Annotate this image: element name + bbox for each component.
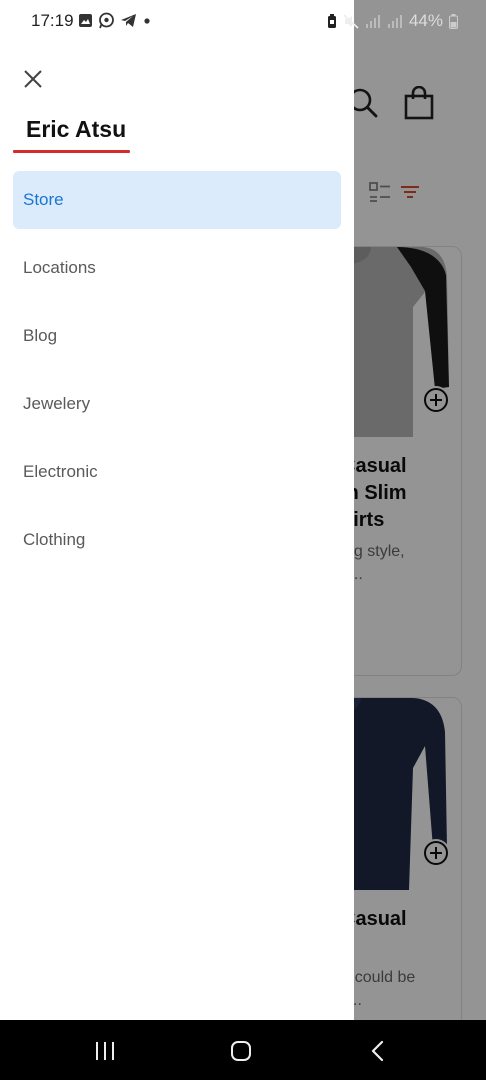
- battery-saver-icon: [327, 13, 336, 28]
- system-navigation-bar: [0, 1020, 486, 1080]
- back-icon[interactable]: [366, 1038, 392, 1064]
- signal-icon: [365, 15, 380, 28]
- status-time: 17:19: [31, 11, 74, 30]
- drawer-menu: Store Locations Blog Jewelery Electronic…: [13, 171, 341, 579]
- battery-percent: 44%: [408, 11, 443, 30]
- gallery-icon: [79, 14, 92, 27]
- whatsapp-icon: [99, 12, 114, 29]
- drawer-item-electronic[interactable]: Electronic: [13, 443, 341, 501]
- notification-icons: [78, 12, 152, 29]
- signal-icon: [387, 15, 402, 28]
- recent-apps-icon[interactable]: [92, 1038, 118, 1064]
- mute-icon: [343, 13, 359, 29]
- system-status-icons: 44%: [327, 11, 458, 31]
- dot-icon: [144, 17, 150, 24]
- drawer-item-blog[interactable]: Blog: [13, 307, 341, 365]
- name-underline: [13, 150, 130, 153]
- telegram-icon: [121, 14, 136, 27]
- status-bar: 17:19 44%: [0, 0, 486, 42]
- close-icon[interactable]: [22, 68, 44, 90]
- drawer-item-jewelery[interactable]: Jewelery: [13, 375, 341, 433]
- user-name: Eric Atsu: [26, 116, 127, 142]
- battery-icon: [449, 13, 458, 29]
- drawer-item-store[interactable]: Store: [13, 171, 341, 229]
- drawer-item-locations[interactable]: Locations: [13, 239, 341, 297]
- home-icon[interactable]: [228, 1038, 254, 1064]
- navigation-drawer: Eric Atsu Store Locations Blog Jewelery …: [0, 0, 354, 1020]
- drawer-item-clothing[interactable]: Clothing: [13, 511, 341, 569]
